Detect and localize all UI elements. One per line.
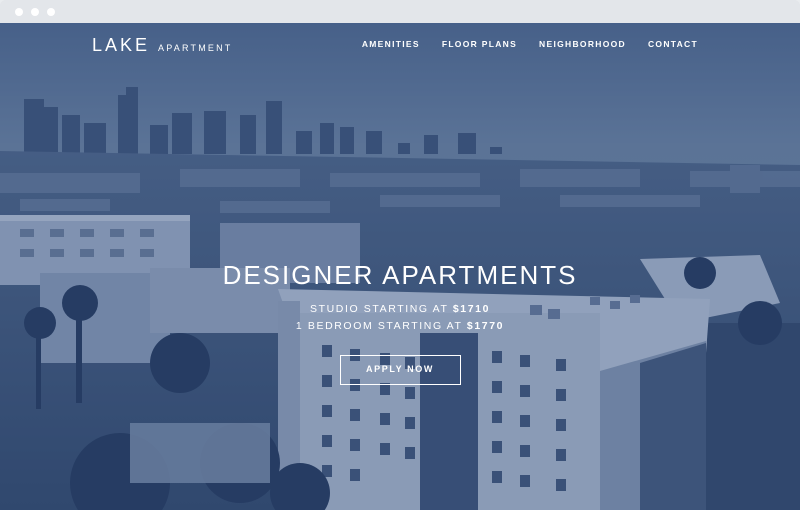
browser-window: LAKE APARTMENT AMENITIES FLOOR PLANS NEI… [0, 0, 800, 510]
nav-item-contact[interactable]: CONTACT [648, 39, 698, 49]
bedroom-price-label: 1 BEDROOM STARTING AT [295, 320, 463, 332]
nav-item-floor-plans[interactable]: FLOOR PLANS [442, 39, 517, 49]
browser-titlebar [0, 0, 800, 23]
logo-wordmark: LAKE [92, 35, 151, 55]
bedroom-price-line: 1 BEDROOM STARTING AT $1770 [0, 318, 800, 335]
apply-now-button[interactable]: APPLY NOW [339, 355, 461, 385]
studio-price-line: STUDIO STARTING AT $1710 [0, 301, 800, 318]
studio-price-value: $1710 [452, 303, 491, 315]
logo-subtitle: APARTMENT [158, 43, 233, 53]
hero-headline: DESIGNER APARTMENTS [222, 260, 578, 290]
main-navigation: AMENITIES FLOOR PLANS NEIGHBORHOOD CONTA… [362, 39, 698, 49]
window-close-button[interactable] [15, 8, 23, 16]
hero-content: DESIGNER APARTMENTS STUDIO STARTING AT $… [0, 260, 800, 385]
window-minimize-button[interactable] [31, 8, 39, 16]
window-maximize-button[interactable] [47, 8, 55, 16]
nav-item-neighborhood[interactable]: NEIGHBORHOOD [539, 39, 626, 49]
bedroom-price-value: $1770 [466, 320, 505, 332]
studio-price-label: STUDIO STARTING AT [309, 303, 449, 315]
site-logo[interactable]: LAKE APARTMENT [92, 35, 233, 56]
nav-item-amenities[interactable]: AMENITIES [362, 39, 420, 49]
hero-section: LAKE APARTMENT AMENITIES FLOOR PLANS NEI… [0, 23, 800, 510]
